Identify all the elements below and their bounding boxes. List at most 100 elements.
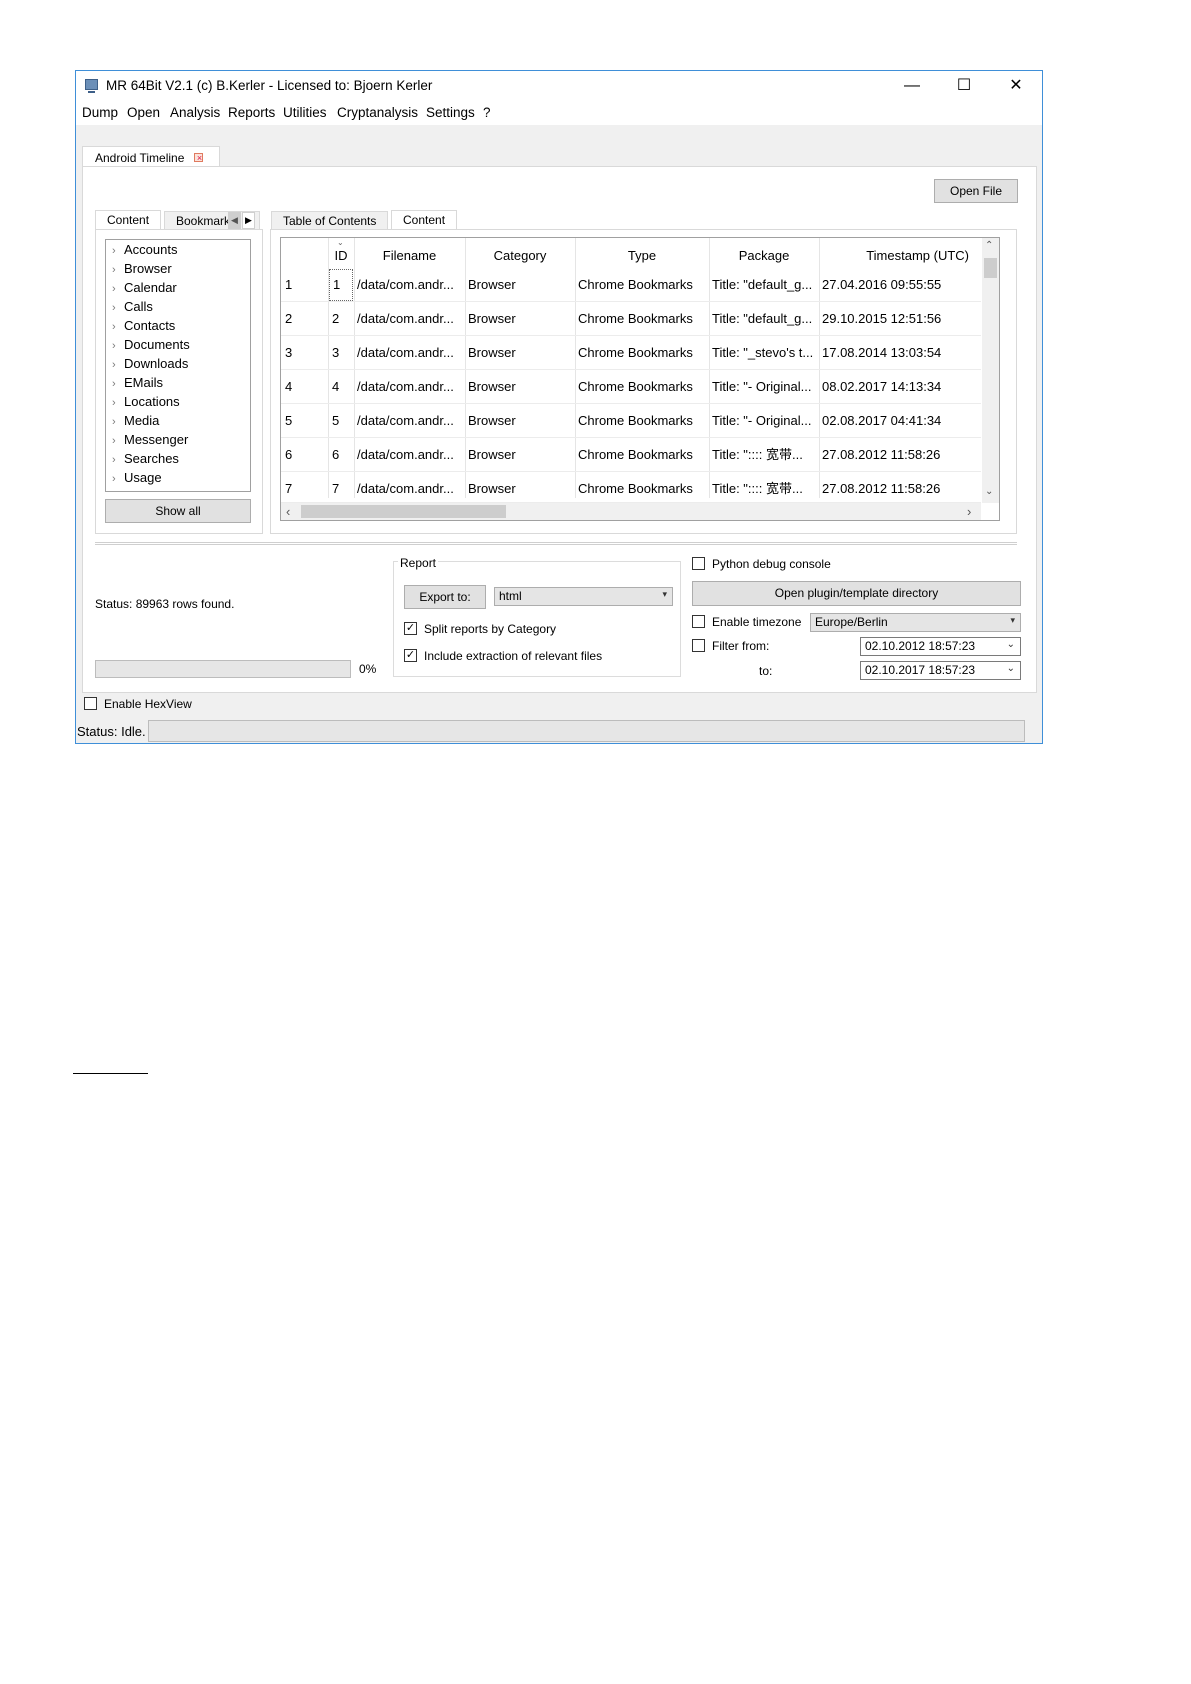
vertical-scroll-thumb[interactable] <box>984 258 997 278</box>
cell-category[interactable]: Browser <box>468 268 573 302</box>
table-row[interactable]: 5 5 /data/com.andr... Browser Chrome Boo… <box>281 404 981 438</box>
cell-type[interactable]: Chrome Bookmarks <box>578 268 707 302</box>
open-plugin-directory-button[interactable]: Open plugin/template directory <box>692 581 1021 606</box>
tree-item-browser[interactable]: › Browser <box>112 261 172 279</box>
tab-close-icon[interactable] <box>194 150 204 166</box>
cell-type[interactable]: Chrome Bookmarks <box>578 472 707 506</box>
column-header-timestamp[interactable]: Timestamp (UTC) <box>819 244 979 268</box>
table-row[interactable]: 2 2 /data/com.andr... Browser Chrome Boo… <box>281 302 981 336</box>
filter-from-checkbox[interactable] <box>692 639 705 652</box>
tree-item-calendar[interactable]: › Calendar <box>112 280 177 298</box>
splitter[interactable] <box>95 542 1017 545</box>
export-to-button[interactable]: Export to: <box>404 585 486 609</box>
cell-id[interactable]: 1 <box>329 269 353 301</box>
cell-id[interactable]: 7 <box>332 472 354 506</box>
cell-category[interactable]: Browser <box>468 336 573 370</box>
cell-timestamp[interactable]: 27.08.2012 11:58:26 <box>822 438 977 472</box>
tree-item-emails[interactable]: › EMails <box>112 375 163 393</box>
cell-filename[interactable]: /data/com.andr... <box>357 302 463 336</box>
cell-package[interactable]: Title: "default_g... <box>712 302 817 336</box>
minimize-button[interactable]: — <box>886 71 938 101</box>
cell-timestamp[interactable]: 29.10.2015 12:51:56 <box>822 302 977 336</box>
cell-category[interactable]: Browser <box>468 302 573 336</box>
enable-hexview-checkbox[interactable] <box>84 697 97 710</box>
cell-type[interactable]: Chrome Bookmarks <box>578 302 707 336</box>
cell-type[interactable]: Chrome Bookmarks <box>578 336 707 370</box>
export-format-select[interactable]: html ▾ <box>494 587 673 606</box>
tab-scroll-left-icon[interactable]: ◀ <box>228 212 241 229</box>
cell-category[interactable]: Browser <box>468 370 573 404</box>
cell-category[interactable]: Browser <box>468 404 573 438</box>
table-row[interactable]: 7 7 /data/com.andr... Browser Chrome Boo… <box>281 472 981 503</box>
open-file-button[interactable]: Open File <box>934 179 1018 203</box>
cell-id[interactable]: 6 <box>332 438 354 472</box>
tree-item-messenger[interactable]: › Messenger <box>112 432 188 450</box>
menu-help[interactable]: ? <box>483 105 491 120</box>
table-row[interactable]: 1 1 /data/com.andr... Browser Chrome Boo… <box>281 268 981 302</box>
cell-filename[interactable]: /data/com.andr... <box>357 404 463 438</box>
column-header-package[interactable]: Package <box>709 244 819 268</box>
tree-item-contacts[interactable]: › Contacts <box>112 318 175 336</box>
column-header-type[interactable]: Type <box>575 244 709 268</box>
cell-package[interactable]: Title: ":::: 宽带... <box>712 438 817 472</box>
scroll-up-icon[interactable]: ⌃ <box>985 240 993 251</box>
vertical-scrollbar[interactable]: ⌃ ⌄ <box>982 238 999 503</box>
cell-type[interactable]: Chrome Bookmarks <box>578 438 707 472</box>
tree-item-locations[interactable]: › Locations <box>112 394 180 412</box>
cell-package[interactable]: Title: "- Original... <box>712 370 817 404</box>
split-reports-checkbox[interactable]: ✓ <box>404 622 417 635</box>
menu-dump[interactable]: Dump <box>82 105 118 120</box>
column-header-filename[interactable]: Filename <box>354 244 465 268</box>
table-row[interactable]: 6 6 /data/com.andr... Browser Chrome Boo… <box>281 438 981 472</box>
cell-package[interactable]: Title: "default_g... <box>712 268 817 302</box>
cell-timestamp[interactable]: 27.08.2012 11:58:26 <box>822 472 977 506</box>
cell-filename[interactable]: /data/com.andr... <box>357 268 463 302</box>
filter-from-datetime[interactable]: 02.10.2012 18:57:23 ⌄ <box>860 637 1021 656</box>
cell-filename[interactable]: /data/com.andr... <box>357 472 463 506</box>
horizontal-scrollbar[interactable]: ‹ › <box>281 503 981 520</box>
horizontal-scroll-thumb[interactable] <box>301 505 506 518</box>
close-button[interactable]: ✕ <box>990 71 1042 101</box>
cell-package[interactable]: Title: "_stevo's t... <box>712 336 817 370</box>
cell-id[interactable]: 5 <box>332 404 354 438</box>
menu-analysis[interactable]: Analysis <box>170 105 220 120</box>
scroll-down-icon[interactable]: ⌄ <box>985 486 993 497</box>
enable-timezone-checkbox[interactable] <box>692 615 705 628</box>
column-header-category[interactable]: Category <box>465 244 575 268</box>
menu-utilities[interactable]: Utilities <box>283 105 327 120</box>
menu-cryptanalysis[interactable]: Cryptanalysis <box>337 105 418 120</box>
column-header-id[interactable]: ID <box>328 244 354 268</box>
tab-scroll-right-icon[interactable]: ▶ <box>242 212 255 229</box>
cell-timestamp[interactable]: 08.02.2017 14:13:34 <box>822 370 977 404</box>
python-debug-checkbox[interactable] <box>692 557 705 570</box>
cell-id[interactable]: 4 <box>332 370 354 404</box>
tree-item-documents[interactable]: › Documents <box>112 337 190 355</box>
tree-item-usage[interactable]: › Usage <box>112 470 162 488</box>
tab-android-timeline[interactable]: Android Timeline <box>82 146 220 168</box>
cell-filename[interactable]: /data/com.andr... <box>357 370 463 404</box>
cell-type[interactable]: Chrome Bookmarks <box>578 404 707 438</box>
cell-id[interactable]: 3 <box>332 336 354 370</box>
show-all-button[interactable]: Show all <box>105 499 251 523</box>
tab-right-content[interactable]: Content <box>391 210 458 230</box>
cell-package[interactable]: Title: ":::: 宽带... <box>712 472 817 506</box>
cell-id[interactable]: 2 <box>332 302 354 336</box>
tab-table-of-contents[interactable]: Table of Contents <box>271 211 389 231</box>
cell-category[interactable]: Browser <box>468 438 573 472</box>
tree-item-media[interactable]: › Media <box>112 413 159 431</box>
tree-item-accounts[interactable]: › Accounts <box>112 242 177 260</box>
menu-open[interactable]: Open <box>127 105 160 120</box>
tab-left-content[interactable]: Content <box>95 210 162 230</box>
tree-item-searches[interactable]: › Searches <box>112 451 179 469</box>
title-bar[interactable]: MR 64Bit V2.1 (c) B.Kerler - Licensed to… <box>76 71 1042 101</box>
cell-filename[interactable]: /data/com.andr... <box>357 438 463 472</box>
cell-category[interactable]: Browser <box>468 472 573 506</box>
table-row[interactable]: 4 4 /data/com.andr... Browser Chrome Boo… <box>281 370 981 404</box>
menu-settings[interactable]: Settings <box>426 105 475 120</box>
cell-timestamp[interactable]: 27.04.2016 09:55:55 <box>822 268 977 302</box>
filter-to-datetime[interactable]: 02.10.2017 18:57:23 ⌄ <box>860 661 1021 680</box>
scroll-left-icon[interactable]: ‹ <box>286 503 290 520</box>
cell-package[interactable]: Title: "- Original... <box>712 404 817 438</box>
maximize-button[interactable]: ☐ <box>938 71 990 101</box>
scroll-right-icon[interactable]: › <box>967 503 971 520</box>
